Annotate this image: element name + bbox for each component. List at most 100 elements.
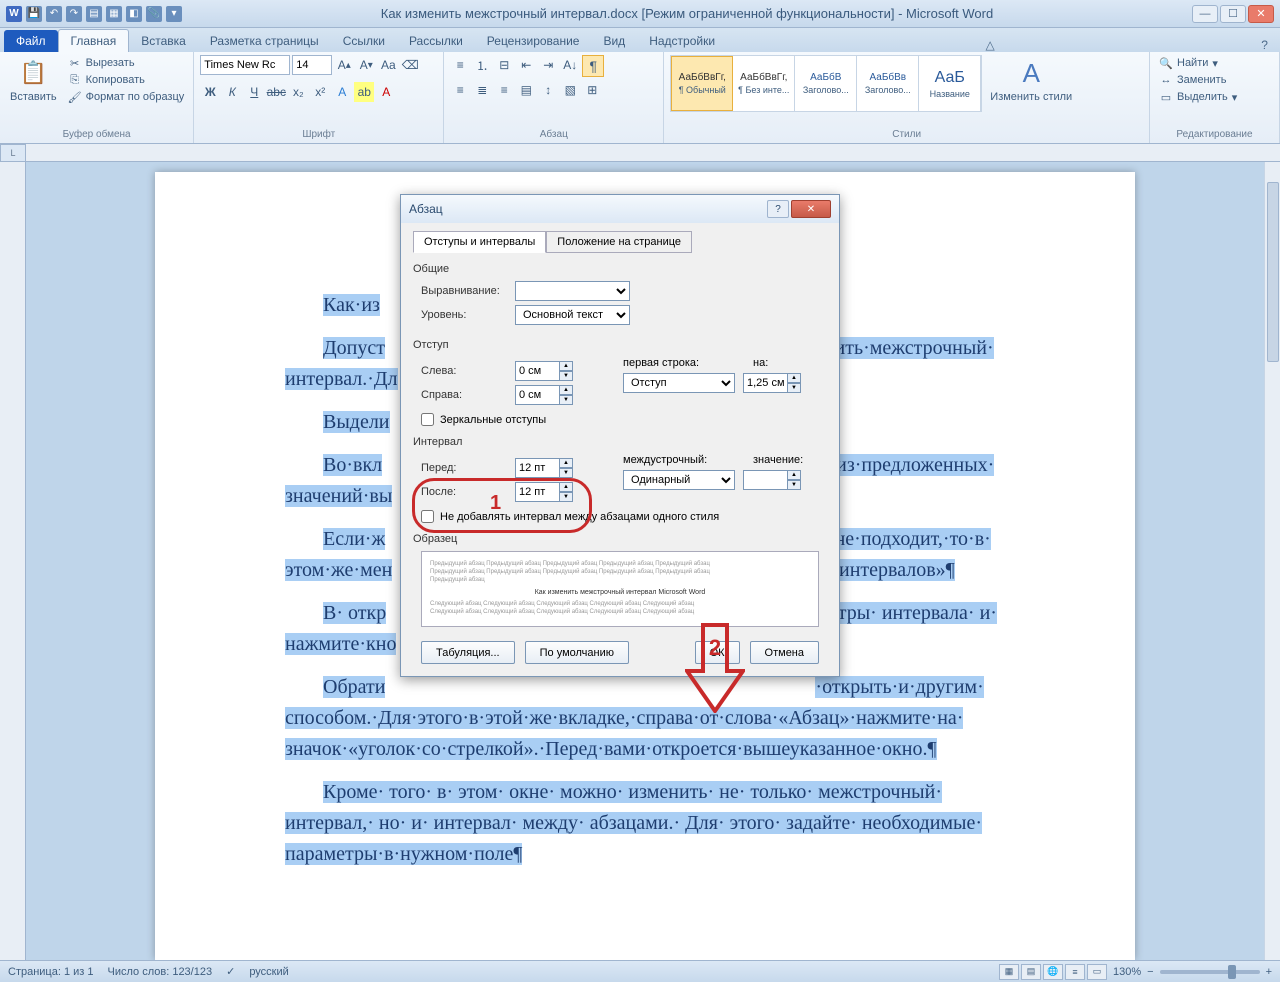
zoom-out-button[interactable]: − bbox=[1147, 966, 1153, 978]
line-spacing-select[interactable]: Одинарный bbox=[623, 470, 735, 490]
level-select[interactable]: Основной текст bbox=[515, 305, 630, 325]
shading-icon[interactable]: ▧ bbox=[560, 80, 580, 100]
view-full-screen[interactable]: ▤ bbox=[1021, 964, 1041, 980]
find-button[interactable]: 🔍Найти▾ bbox=[1156, 55, 1221, 71]
tab-insert[interactable]: Вставка bbox=[129, 30, 198, 52]
vertical-scrollbar[interactable] bbox=[1264, 162, 1280, 960]
bold-button[interactable]: Ж bbox=[200, 82, 220, 102]
status-language[interactable]: русский bbox=[249, 966, 288, 978]
font-size-input[interactable] bbox=[292, 55, 332, 75]
no-space-checkbox[interactable] bbox=[421, 510, 434, 523]
ruler-vertical[interactable] bbox=[0, 162, 26, 960]
redo-icon[interactable]: ↷ bbox=[66, 6, 82, 22]
zoom-level[interactable]: 130% bbox=[1113, 966, 1141, 978]
zoom-in-button[interactable]: + bbox=[1266, 966, 1272, 978]
at-spinner[interactable]: ▲▼ bbox=[743, 470, 801, 490]
dialog-help-button[interactable]: ? bbox=[767, 200, 789, 218]
grow-font-icon[interactable]: A▴ bbox=[334, 55, 354, 75]
cancel-button[interactable]: Отмена bbox=[750, 641, 819, 664]
copy-button[interactable]: ⎘Копировать bbox=[65, 72, 188, 88]
styles-gallery[interactable]: АаБбВвГг,¶ Обычный АаБбВвГг,¶ Без инте..… bbox=[670, 55, 982, 112]
select-button[interactable]: ▭Выделить▾ bbox=[1156, 89, 1240, 105]
status-page[interactable]: Страница: 1 из 1 bbox=[8, 966, 94, 978]
spacing-before-spinner[interactable]: ▲▼ bbox=[515, 458, 573, 478]
view-print-layout[interactable]: ▦ bbox=[999, 964, 1019, 980]
indent-right-spinner[interactable]: ▲▼ bbox=[515, 385, 573, 405]
tab-review[interactable]: Рецензирование bbox=[475, 30, 592, 52]
align-left-icon[interactable]: ≡ bbox=[450, 80, 470, 100]
change-case-icon[interactable]: Aa bbox=[378, 55, 398, 75]
view-draft[interactable]: ▭ bbox=[1087, 964, 1107, 980]
style-title[interactable]: АаБНазвание bbox=[919, 56, 981, 111]
style-normal[interactable]: АаБбВвГг,¶ Обычный bbox=[671, 56, 733, 111]
indent-left-spinner[interactable]: ▲▼ bbox=[515, 361, 573, 381]
style-heading2[interactable]: АаБбВвЗаголово... bbox=[857, 56, 919, 111]
status-proof-icon[interactable]: ✓ bbox=[226, 965, 235, 978]
multilevel-icon[interactable]: ⊟ bbox=[494, 55, 514, 75]
change-styles-button[interactable]: A Изменить стили bbox=[986, 55, 1076, 105]
superscript-button[interactable]: x² bbox=[310, 82, 330, 102]
format-painter-button[interactable]: 🖌Формат по образцу bbox=[65, 89, 188, 105]
minimize-button[interactable]: — bbox=[1192, 5, 1218, 23]
sort-icon[interactable]: A↓ bbox=[560, 55, 580, 75]
mirror-indents-checkbox[interactable] bbox=[421, 413, 434, 426]
tab-references[interactable]: Ссылки bbox=[331, 30, 397, 52]
align-center-icon[interactable]: ≣ bbox=[472, 80, 492, 100]
zoom-slider[interactable] bbox=[1160, 970, 1260, 974]
pilcrow-button[interactable]: ¶ bbox=[582, 55, 604, 77]
line-spacing-icon[interactable]: ↕ bbox=[538, 80, 558, 100]
cut-button[interactable]: ✂Вырезать bbox=[65, 55, 188, 71]
qat-icon[interactable]: ▤ bbox=[86, 6, 102, 22]
save-icon[interactable]: 💾 bbox=[26, 6, 42, 22]
style-no-spacing[interactable]: АаБбВвГг,¶ Без инте... bbox=[733, 56, 795, 111]
ruler-horizontal[interactable]: L bbox=[0, 144, 1280, 162]
file-tab[interactable]: Файл bbox=[4, 30, 58, 52]
shrink-font-icon[interactable]: A▾ bbox=[356, 55, 376, 75]
dialog-titlebar[interactable]: Абзац ? ✕ bbox=[401, 195, 839, 223]
italic-button[interactable]: К bbox=[222, 82, 242, 102]
font-color-icon[interactable]: A bbox=[376, 82, 396, 102]
spacing-after-spinner[interactable]: ▲▼ bbox=[515, 482, 573, 502]
bullets-icon[interactable]: ≡ bbox=[450, 55, 470, 75]
decrease-indent-icon[interactable]: ⇤ bbox=[516, 55, 536, 75]
ribbon-minimize-icon[interactable]: △ bbox=[978, 38, 1003, 52]
replace-button[interactable]: ↔Заменить bbox=[1156, 72, 1229, 88]
subscript-button[interactable]: x₂ bbox=[288, 82, 308, 102]
default-button[interactable]: По умолчанию bbox=[525, 641, 629, 664]
tab-indents-spacing[interactable]: Отступы и интервалы bbox=[413, 231, 546, 253]
tab-page-layout[interactable]: Разметка страницы bbox=[198, 30, 331, 52]
view-web[interactable]: 🌐 bbox=[1043, 964, 1063, 980]
justify-icon[interactable]: ▤ bbox=[516, 80, 536, 100]
by-spinner[interactable]: ▲▼ bbox=[743, 373, 801, 393]
qat-icon[interactable]: ◧ bbox=[126, 6, 142, 22]
first-line-select[interactable]: Отступ bbox=[623, 373, 735, 393]
tab-home[interactable]: Главная bbox=[58, 29, 130, 52]
strikethrough-button[interactable]: abc bbox=[266, 82, 286, 102]
qat-icon[interactable]: ▦ bbox=[106, 6, 122, 22]
increase-indent-icon[interactable]: ⇥ bbox=[538, 55, 558, 75]
borders-icon[interactable]: ⊞ bbox=[582, 80, 602, 100]
numbering-icon[interactable]: ⒈ bbox=[472, 55, 492, 75]
qat-icon[interactable]: 📎 bbox=[146, 6, 162, 22]
dialog-close-button[interactable]: ✕ bbox=[791, 200, 831, 218]
undo-icon[interactable]: ↶ bbox=[46, 6, 62, 22]
scrollbar-thumb[interactable] bbox=[1267, 182, 1279, 362]
status-words[interactable]: Число слов: 123/123 bbox=[108, 966, 213, 978]
tab-mailings[interactable]: Рассылки bbox=[397, 30, 475, 52]
tab-addins[interactable]: Надстройки bbox=[637, 30, 727, 52]
help-icon[interactable]: ? bbox=[1253, 38, 1276, 52]
maximize-button[interactable]: ☐ bbox=[1220, 5, 1246, 23]
style-heading1[interactable]: АаБбВЗаголово... bbox=[795, 56, 857, 111]
underline-button[interactable]: Ч bbox=[244, 82, 264, 102]
tab-line-breaks[interactable]: Положение на странице bbox=[546, 231, 692, 253]
clear-format-icon[interactable]: ⌫ bbox=[400, 55, 420, 75]
text-effects-icon[interactable]: A bbox=[332, 82, 352, 102]
highlight-icon[interactable]: ab bbox=[354, 82, 374, 102]
qat-dropdown-icon[interactable]: ▾ bbox=[166, 6, 182, 22]
paste-button[interactable]: 📋 Вставить bbox=[6, 55, 61, 105]
view-outline[interactable]: ≡ bbox=[1065, 964, 1085, 980]
close-button[interactable]: ✕ bbox=[1248, 5, 1274, 23]
align-right-icon[interactable]: ≡ bbox=[494, 80, 514, 100]
zoom-thumb[interactable] bbox=[1228, 965, 1236, 979]
tab-view[interactable]: Вид bbox=[591, 30, 637, 52]
